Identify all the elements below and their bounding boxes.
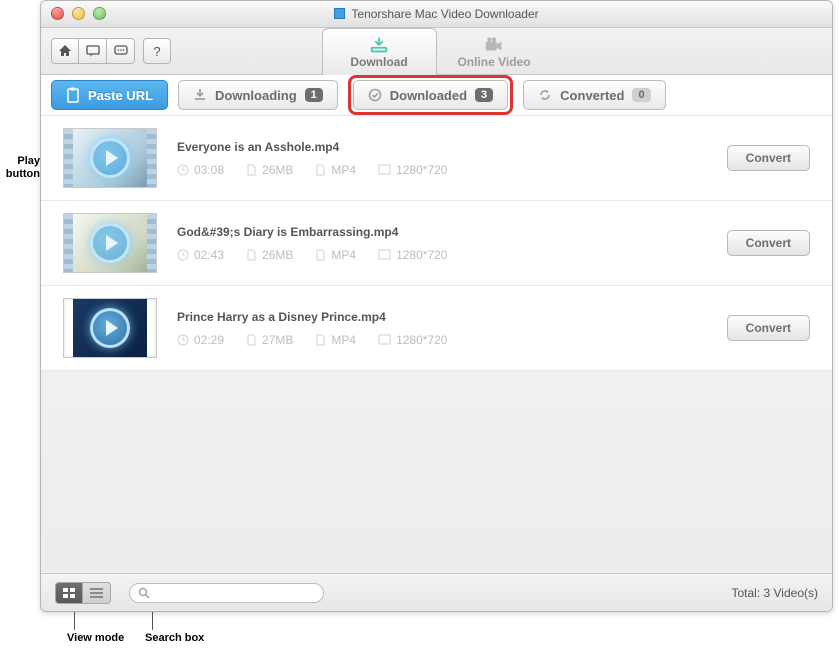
video-title: Prince Harry as a Disney Prince.mp4 xyxy=(177,310,727,324)
refresh-icon xyxy=(538,88,552,102)
video-metadata: 02:29 27MB MP4 1280*720 xyxy=(177,333,727,347)
home-button[interactable] xyxy=(51,38,79,64)
video-title: Everyone is an Asshole.mp4 xyxy=(177,140,727,154)
app-window: Tenorshare Mac Video Downloader ? xyxy=(40,0,833,612)
chat-icon xyxy=(114,44,128,58)
video-title: God&#39;s Diary is Embarrassing.mp4 xyxy=(177,225,727,239)
window-zoom-button[interactable] xyxy=(93,7,106,20)
window-close-button[interactable] xyxy=(51,7,64,20)
annotation-search-box: Search box xyxy=(145,632,204,644)
chat-button[interactable] xyxy=(107,38,135,64)
grid-icon xyxy=(62,587,76,599)
play-button-icon[interactable] xyxy=(90,223,130,263)
convert-button[interactable]: Convert xyxy=(727,230,810,256)
video-thumbnail[interactable] xyxy=(63,298,157,358)
home-icon xyxy=(58,44,72,58)
tab-online-video[interactable]: Online Video xyxy=(437,28,552,75)
convert-button[interactable]: Convert xyxy=(727,145,810,171)
check-circle-icon xyxy=(368,88,382,102)
downloading-icon xyxy=(193,88,207,102)
total-count: Total: 3 Video(s) xyxy=(732,586,819,600)
format-icon xyxy=(315,334,326,346)
downloaded-count-badge: 3 xyxy=(475,88,493,102)
downloaded-button[interactable]: Downloaded 3 xyxy=(353,80,508,110)
clock-icon xyxy=(177,164,189,176)
file-icon xyxy=(246,249,257,261)
video-metadata: 03:08 26MB MP4 1280*720 xyxy=(177,163,727,177)
help-icon: ? xyxy=(153,44,160,59)
format-icon xyxy=(315,249,326,261)
downloading-count-badge: 1 xyxy=(305,88,323,102)
window-minimize-button[interactable] xyxy=(72,7,85,20)
video-thumbnail[interactable] xyxy=(63,213,157,273)
video-row: Prince Harry as a Disney Prince.mp4 02:2… xyxy=(41,286,832,371)
annotation-play-button: Play button xyxy=(0,155,40,181)
converted-count-badge: 0 xyxy=(632,88,650,102)
titlebar: Tenorshare Mac Video Downloader xyxy=(41,1,832,28)
view-mode-grid-button[interactable] xyxy=(55,582,83,604)
file-icon xyxy=(246,164,257,176)
download-icon xyxy=(368,35,390,55)
play-button-icon[interactable] xyxy=(90,308,130,348)
filter-bar: Paste URL Downloading 1 Downloaded 3 Con… xyxy=(41,75,832,116)
video-list: Everyone is an Asshole.mp4 03:08 26MB MP… xyxy=(41,116,832,371)
converted-button[interactable]: Converted 0 xyxy=(523,80,665,110)
downloaded-highlight: Downloaded 3 xyxy=(348,75,513,115)
video-row: God&#39;s Diary is Embarrassing.mp4 02:4… xyxy=(41,201,832,286)
feedback-icon xyxy=(86,44,100,58)
paste-icon xyxy=(66,87,80,103)
downloading-button[interactable]: Downloading 1 xyxy=(178,80,338,110)
search-icon xyxy=(138,587,150,599)
video-row: Everyone is an Asshole.mp4 03:08 26MB MP… xyxy=(41,116,832,201)
clock-icon xyxy=(177,249,189,261)
video-thumbnail[interactable] xyxy=(63,128,157,188)
toolbar: ? Download Online Video xyxy=(41,28,832,75)
play-button-icon[interactable] xyxy=(90,138,130,178)
resolution-icon xyxy=(378,164,391,175)
help-button[interactable]: ? xyxy=(143,38,171,64)
footer: Total: 3 Video(s) xyxy=(41,573,832,611)
annotation-view-mode: View mode xyxy=(67,632,124,644)
view-mode-list-button[interactable] xyxy=(83,582,111,604)
camera-icon xyxy=(483,35,505,55)
app-icon xyxy=(334,8,345,19)
list-icon xyxy=(89,587,104,599)
clock-icon xyxy=(177,334,189,346)
file-icon xyxy=(246,334,257,346)
convert-button[interactable]: Convert xyxy=(727,315,810,341)
video-metadata: 02:43 26MB MP4 1280*720 xyxy=(177,248,727,262)
resolution-icon xyxy=(378,334,391,345)
format-icon xyxy=(315,164,326,176)
resolution-icon xyxy=(378,249,391,260)
search-input[interactable] xyxy=(129,583,324,603)
paste-url-button[interactable]: Paste URL xyxy=(51,80,168,110)
tab-download[interactable]: Download xyxy=(322,28,437,75)
window-title: Tenorshare Mac Video Downloader xyxy=(334,7,538,21)
feedback-button[interactable] xyxy=(79,38,107,64)
